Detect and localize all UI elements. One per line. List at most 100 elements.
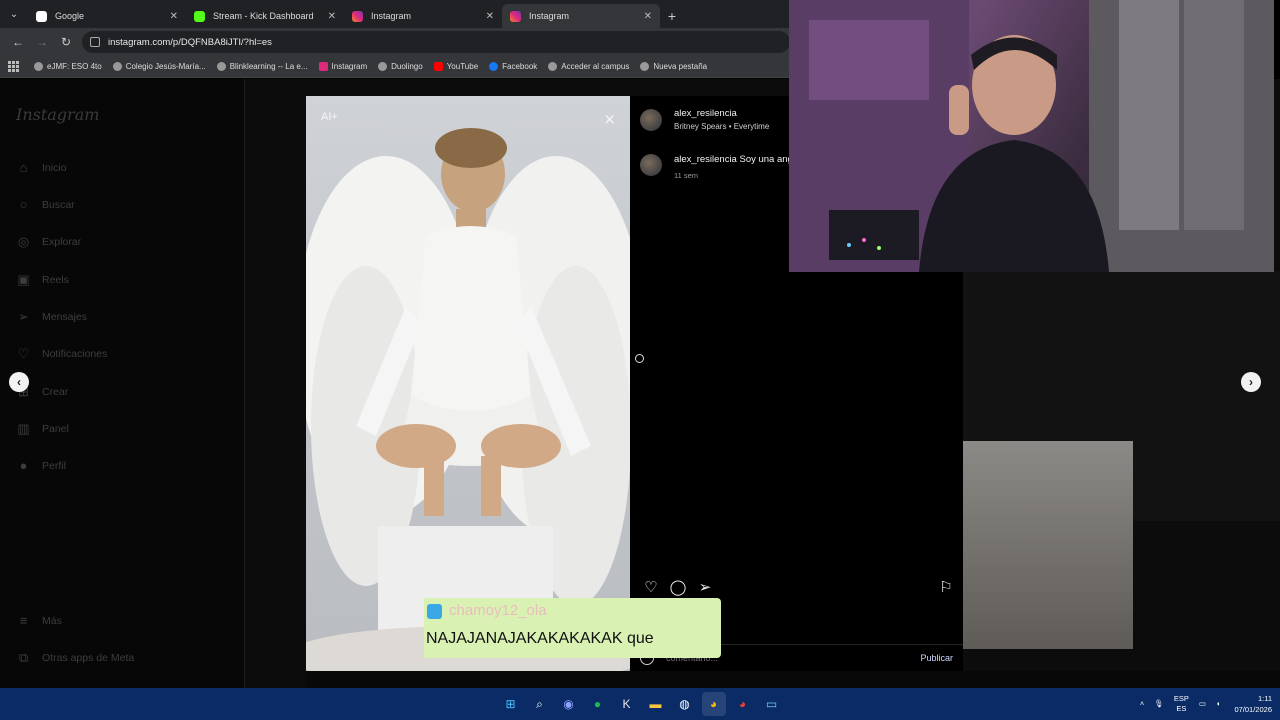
avatar[interactable]	[640, 154, 662, 176]
file-explorer-icon[interactable]: ▬	[644, 692, 668, 716]
sidebar-item-panel[interactable]: ▥ Panel	[16, 421, 69, 436]
facebook-icon	[489, 62, 499, 71]
clock-time: 1:11	[1257, 694, 1272, 703]
chart-icon: ▥	[17, 420, 30, 436]
caption-comment: alex_resilencia Soy una ang 11 sem	[640, 154, 793, 180]
avatar[interactable]	[640, 108, 662, 131]
apps-grid-icon[interactable]	[8, 60, 20, 73]
sidebar-item-explorar[interactable]: ◎ Explorar	[16, 234, 81, 249]
search-icon: ○	[19, 197, 28, 212]
tab-instagram-active[interactable]: Instagram ✕	[502, 4, 660, 28]
sidebar-item-mas[interactable]: ≡ Más	[16, 613, 62, 628]
bookmark-item[interactable]: Facebook	[489, 62, 537, 71]
tab-google[interactable]: Google ✕	[28, 4, 186, 28]
site-info-icon[interactable]	[90, 37, 100, 47]
ai-label: AI+	[321, 111, 338, 123]
taskbar: ⊞ ⌕ ◉ ● K ▬ ◍ ◕ ◕ ▭ ˄ 🎙︎ ESP ES ▭ ◖ 1:11…	[0, 688, 1280, 720]
bookmark-item[interactable]: YouTube	[433, 62, 478, 71]
close-icon[interactable]: ✕	[170, 11, 178, 22]
bookmark-item[interactable]: eJMF: ESO 4to	[34, 62, 102, 71]
tab-title: Google	[55, 11, 85, 21]
chevron-up-icon[interactable]: ˄	[1140, 699, 1144, 709]
new-tab-button[interactable]: +	[660, 4, 684, 28]
remote-desktop-icon[interactable]: ▭	[760, 692, 784, 716]
instagram-favicon-icon	[352, 10, 363, 22]
caption-author[interactable]: alex_resilencia	[674, 154, 737, 165]
instagram-sidebar: Instagram ⌂ Inicio ○ Buscar ◎ Explorar ▣ Ree…	[0, 79, 245, 688]
volume-icon[interactable]: ◖	[1216, 699, 1221, 709]
webcam-overlay	[789, 0, 1274, 272]
tab-instagram[interactable]: Instagram ✕	[344, 4, 502, 28]
globe-icon	[640, 62, 650, 71]
author-username[interactable]: alex_resilencia	[674, 108, 769, 119]
sidebar-item-buscar[interactable]: ○ Buscar	[16, 197, 75, 212]
bookmark-item[interactable]: Nueva pestaña	[640, 62, 707, 71]
bookmark-item[interactable]: Instagram	[318, 62, 367, 71]
cursor-target-icon	[635, 354, 644, 363]
globe-icon	[548, 62, 558, 71]
sidebar-item-inicio[interactable]: ⌂ Inicio	[16, 160, 67, 175]
sidebar-item-notificaciones[interactable]: ♡ Notificaciones	[16, 346, 108, 361]
audio-track[interactable]: Britney Spears • Everytime	[674, 122, 769, 131]
chrome-icon[interactable]: ◕	[701, 692, 726, 716]
previous-post-button[interactable]: ‹	[9, 372, 29, 392]
obs-icon[interactable]: ◍	[673, 692, 697, 716]
background-thumbnail[interactable]	[963, 441, 1133, 649]
tab-title: Stream - Kick Dashboard	[213, 11, 314, 21]
tab-title: Instagram	[371, 11, 412, 21]
clock[interactable]: 1:11 07/01/2026	[1234, 693, 1272, 715]
address-bar[interactable]: instagram.com/p/DQFNBA8iJTI/?hl=es	[82, 31, 790, 53]
webcam-scene	[789, 0, 1274, 272]
comment-bubble-icon[interactable]: ◯	[667, 576, 689, 598]
reels-icon: ▣	[17, 271, 30, 287]
system-tray: ˄ 🎙︎ ESP ES ▭ ◖ 1:11 07/01/2026	[1130, 688, 1272, 720]
bookmark-item[interactable]: Duolingo	[378, 62, 423, 71]
chrome-alt-icon[interactable]: ◕	[731, 692, 755, 716]
caption-time: 11 sem	[674, 171, 699, 180]
chat-username: chamoy12_ola	[449, 602, 547, 619]
tab-search-button[interactable]: ⌄	[0, 0, 28, 28]
kick-favicon-icon	[194, 10, 205, 22]
globe-icon	[34, 62, 43, 71]
sidebar-item-reels[interactable]: ▣ Reels	[16, 272, 69, 287]
forward-button[interactable]: →	[30, 30, 54, 54]
meta-icon: ⧉	[18, 649, 29, 665]
messages-icon: ➢	[18, 308, 29, 324]
reload-button[interactable]: ↻	[54, 30, 78, 54]
next-post-button[interactable]: ›	[1241, 372, 1261, 392]
compass-icon: ◎	[17, 233, 30, 249]
toolbar: ← → ↻ instagram.com/p/DQFNBA8iJTI/?hl=es	[0, 28, 790, 56]
instagram-logo[interactable]: Instagram	[16, 105, 99, 124]
windows-start-icon[interactable]: ⊞	[499, 692, 523, 716]
like-heart-icon[interactable]: ♡	[640, 576, 662, 598]
close-icon[interactable]: ✕	[328, 11, 336, 22]
discord-icon[interactable]: ◉	[557, 692, 581, 716]
instagram-icon	[318, 62, 328, 71]
tab-kick-dashboard[interactable]: Stream - Kick Dashboard ✕	[186, 4, 344, 28]
network-icon[interactable]: ▭	[1199, 699, 1206, 709]
sidebar-item-perfil[interactable]: ● Perfil	[16, 458, 66, 473]
sidebar-item-mensajes[interactable]: ➢ Mensajes	[16, 309, 87, 324]
sidebar-item-meta-apps[interactable]: ⧉ Otras apps de Meta	[16, 650, 134, 665]
back-button[interactable]: ←	[6, 30, 30, 54]
bookmark-item[interactable]: Acceder al campus	[548, 62, 629, 71]
language-indicator[interactable]: ESP ES	[1174, 694, 1189, 714]
post-author-row: alex_resilencia Britney Spears • Everyti…	[640, 108, 769, 131]
caption-text: alex_resilencia Soy una ang	[674, 154, 793, 165]
kick-icon[interactable]: K	[615, 692, 639, 716]
menu-icon: ≡	[19, 613, 28, 628]
post-photo[interactable]: AI+ ⨯	[306, 96, 630, 671]
bookmark-item[interactable]: Colegio Jesús-María...	[112, 62, 206, 71]
publish-button[interactable]: Publicar	[920, 653, 953, 663]
share-send-icon[interactable]: ➢	[694, 576, 716, 598]
bookmark-icon[interactable]: ⚐	[937, 576, 955, 598]
search-icon[interactable]: ⌕	[528, 692, 552, 716]
close-icon[interactable]: ✕	[486, 11, 494, 22]
close-icon[interactable]: ✕	[644, 11, 652, 22]
microphone-icon[interactable]: 🎙︎	[1154, 699, 1164, 709]
spotify-icon[interactable]: ●	[586, 692, 610, 716]
bookmark-item[interactable]: Blinklearning -- La e...	[216, 62, 308, 71]
chat-message-text: NAJAJANAJAKAKAKAKAK que	[426, 630, 654, 647]
chat-badge-icon	[427, 604, 442, 619]
globe-icon	[378, 62, 388, 71]
